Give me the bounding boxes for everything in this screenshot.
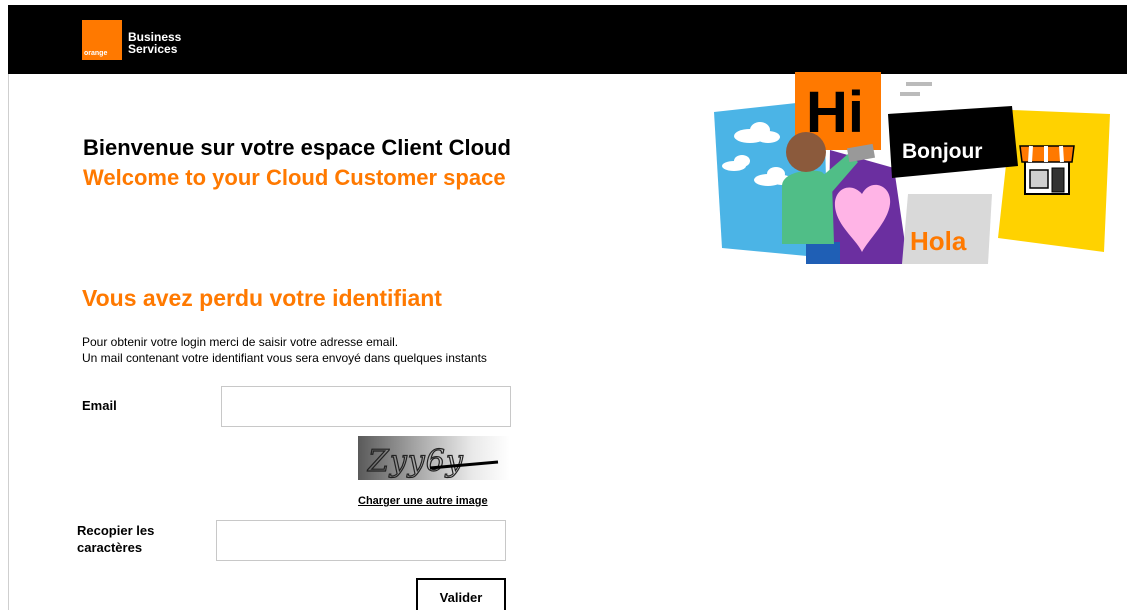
captcha-image: Zyy6y (358, 436, 510, 480)
welcome-title-en: Welcome to your Cloud Customer space (83, 165, 506, 190)
brand-name-line2: Services (128, 42, 178, 56)
section-title: Vous avez perdu votre identifiant (82, 285, 442, 311)
deco-bar (906, 82, 932, 86)
shop-icon (1019, 145, 1075, 195)
brand-name: Business Services (128, 31, 181, 55)
greeting-illustration: Hi Hola Bonjour (712, 72, 1112, 264)
copy-characters-label: Recopier les caractères (77, 522, 154, 556)
reload-captcha-link[interactable]: Charger une autre image (358, 495, 488, 507)
hola-text: Hola (910, 226, 967, 256)
email-input[interactable] (221, 386, 511, 427)
email-label: Email (82, 398, 117, 413)
copy-label-line1: Recopier les (77, 523, 155, 538)
instruction-line-2: Un mail contenant votre identifiant vous… (82, 351, 487, 365)
captcha-input[interactable] (216, 520, 506, 561)
header-bar: orange Business Services (8, 5, 1127, 74)
logo-word: orange (84, 50, 108, 57)
instruction-line-1: Pour obtenir votre login merci de saisir… (82, 335, 399, 349)
welcome-title-fr: Bienvenue sur votre espace Client Cloud (83, 135, 511, 160)
copy-label-line2: caractères (77, 540, 143, 555)
submit-button[interactable]: Valider (416, 578, 506, 610)
captcha-text: Zyy6y (367, 444, 464, 479)
bonjour-text: Bonjour (902, 140, 982, 163)
deco-bar (900, 92, 920, 96)
orange-logo[interactable]: orange (82, 20, 122, 60)
left-divider (8, 72, 9, 610)
